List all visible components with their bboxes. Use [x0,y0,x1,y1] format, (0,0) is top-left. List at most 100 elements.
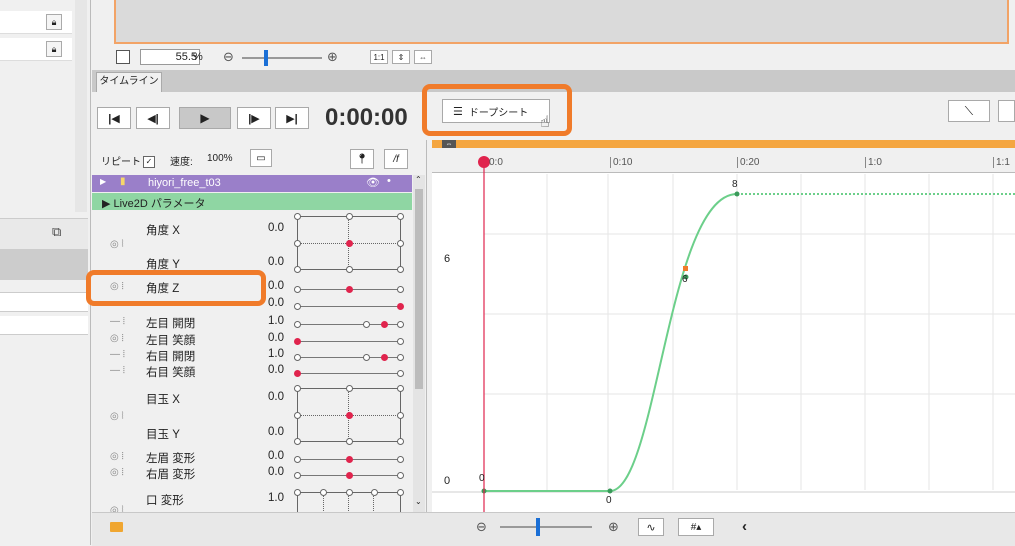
keyframe-dot[interactable] [294,213,301,220]
go-to-start-button[interactable]: |◀ [97,107,131,129]
keyframe-dot[interactable] [397,321,404,328]
toolbar-overflow-button[interactable] [998,100,1015,122]
zoom-in-icon[interactable]: ⊕ [608,519,619,535]
param-value[interactable]: 0.0 [254,450,284,462]
fit-vertical-button[interactable]: ⇕ [392,50,410,64]
keyframe-dot[interactable] [397,385,404,392]
zoom-out-icon[interactable]: ⊖ [476,519,487,535]
visibility-eye-icon[interactable]: ◎ ⦙ [110,451,124,462]
canvas-preview[interactable] [114,0,1009,44]
curve-tool-button[interactable]: ⟍ [948,100,990,122]
keyframe-dot[interactable] [397,240,404,247]
speed-value[interactable]: 100% [207,153,233,164]
lock-icon[interactable]: 🔒︎ [46,14,62,30]
keyframe-dot[interactable] [397,472,404,479]
visibility-eye-icon[interactable]: ◎ ⦙ [110,467,124,478]
current-value-dot[interactable] [294,338,301,345]
param-value[interactable]: 1.0 [254,315,284,327]
keyframe-dot[interactable] [320,489,327,496]
function-button[interactable]: /f [384,149,408,169]
current-value-dot[interactable] [346,240,353,247]
view-toggle-checkbox[interactable] [116,50,130,64]
param-scrollbar[interactable]: ⌃ ⌄ [413,175,425,512]
keyframe-dot[interactable] [363,321,370,328]
param-slider-track[interactable] [298,341,401,342]
keyframe-dot[interactable] [397,412,404,419]
curve-keyframe-selected[interactable] [683,266,688,271]
repeat-checkbox[interactable]: ✓ [143,156,155,169]
keyframe-dot[interactable] [346,385,353,392]
keyframe-dot[interactable] [346,213,353,220]
panel-badge-icon[interactable]: ⧉ [52,224,61,240]
go-to-end-button[interactable]: ▶| [275,107,309,129]
link-group-icon[interactable]: ◎ ⦚ [110,239,124,250]
expand-icon[interactable]: ▶ [100,177,106,186]
curve-view-button[interactable]: ∿ [638,518,664,536]
fit-horizontal-button[interactable]: ⇔ [414,50,432,64]
scrollbar[interactable] [75,0,87,212]
keyframe-dot[interactable] [397,266,404,273]
current-value-dot[interactable] [397,303,404,310]
zoom-slider-thumb[interactable] [264,50,268,66]
current-value-dot[interactable] [345,472,353,479]
speed-settings-button[interactable]: ▭ [250,149,272,167]
zoom-out-icon[interactable]: ⊖ [223,49,234,65]
visibility-eye-icon[interactable]: 👁︎ [366,176,380,189]
keyframe-dot[interactable] [397,286,404,293]
keyframe-dot[interactable] [294,266,301,273]
input-row[interactable] [0,292,88,312]
clip-menu-icon[interactable]: • [387,175,391,187]
collapse-arrow-icon[interactable]: ‹ [742,518,747,535]
param-value[interactable]: 0.0 [254,391,284,403]
keyframe-dot[interactable] [294,456,301,463]
animation-curve[interactable] [484,193,738,492]
current-value-dot[interactable] [346,412,353,419]
zoom-value-field[interactable]: 55.5 [140,49,200,65]
keyframe-dot[interactable] [346,438,353,445]
scroll-down-icon[interactable]: ⌄ [415,497,422,506]
visibility-hidden-icon[interactable]: — ⦙ [110,316,125,327]
current-value-dot[interactable] [380,354,388,361]
tab-timeline[interactable]: タイムライン [96,72,162,92]
keyframe-dot[interactable] [397,370,404,377]
keyframe-dot[interactable] [294,472,301,479]
keyframe-dot[interactable] [397,438,404,445]
graph-zoom-thumb[interactable] [536,518,540,536]
keyframe-dot[interactable] [397,354,404,361]
keyframe-dot[interactable] [294,286,301,293]
zoom-slider-track[interactable] [242,57,322,59]
param-value[interactable]: 0.0 [254,222,284,234]
param-value[interactable]: 0.0 [254,466,284,478]
current-value-dot[interactable] [294,370,301,377]
input-row[interactable] [0,316,88,335]
keyframe-dot[interactable] [346,266,353,273]
param-value[interactable]: 1.0 [254,348,284,360]
grid-snap-button[interactable]: #▴ [678,518,714,536]
current-value-dot[interactable] [380,321,388,328]
pin-button[interactable]: 📍︎ [350,149,374,169]
scroll-up-icon[interactable]: ⌃ [415,175,422,184]
visibility-hidden-icon[interactable]: — ⦙ [110,365,125,376]
graph-svg[interactable] [432,140,1015,512]
keyframe-dot[interactable] [294,489,301,496]
keyframe-dot[interactable] [294,412,301,419]
param-value[interactable]: 1.0 [254,492,284,504]
param-slider-track[interactable] [298,373,401,374]
keyframe-dot[interactable] [397,213,404,220]
keyframe-dot[interactable] [294,354,301,361]
param-value[interactable]: 0.0 [254,256,284,268]
step-back-button[interactable]: ◀| [136,107,170,129]
play-button[interactable]: ▶ [179,107,231,129]
visibility-hidden-icon[interactable]: — ⦙ [110,349,125,360]
current-value-dot[interactable] [345,456,353,463]
param-value[interactable]: 0.0 [254,426,284,438]
current-value-dot[interactable] [345,286,353,293]
keyframe-dot[interactable] [294,438,301,445]
curve-keyframe[interactable] [734,191,740,197]
param-slider-track[interactable] [298,306,401,307]
visibility-eye-icon[interactable]: ◎ ⦙ [110,333,124,344]
keyframe-dot[interactable] [397,489,404,496]
folder-icon[interactable] [110,522,123,532]
keyframe-dot[interactable] [346,489,353,496]
graph-zoom-track[interactable] [500,526,592,528]
